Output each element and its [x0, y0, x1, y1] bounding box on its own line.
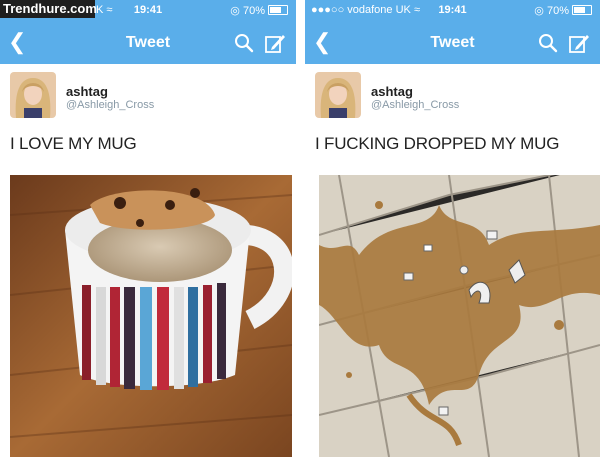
avatar[interactable]	[315, 72, 361, 118]
lock-icon: ◎	[534, 5, 544, 17]
tweet-photo[interactable]	[319, 175, 600, 457]
avatar[interactable]	[10, 72, 56, 118]
right-phone-screen: ●●●○○ vodafone UK ≈ 19:41 ◎ 70% ❮ Tweet …	[305, 0, 600, 457]
left-phone-screen: UK ≈ 19:41 ◎ 70% ❮ Tweet ashtag @Ashleig…	[0, 0, 296, 457]
search-icon[interactable]	[538, 33, 558, 53]
compose-icon[interactable]	[568, 32, 590, 54]
status-bar: ●●●○○ vodafone UK ≈ 19:41 ◎ 70%	[305, 0, 600, 22]
search-icon[interactable]	[234, 33, 254, 53]
tweet-text: I FUCKING DROPPED MY MUG	[315, 134, 560, 153]
lock-icon: ◎	[230, 5, 240, 17]
author-handle[interactable]: @Ashleigh_Cross	[66, 99, 154, 111]
battery-icon	[268, 5, 288, 15]
battery-icon	[572, 5, 592, 15]
author-handle[interactable]: @Ashleigh_Cross	[371, 99, 459, 111]
tweet-text: I LOVE MY MUG	[10, 134, 137, 153]
battery-indicator: ◎ 70%	[534, 4, 592, 17]
battery-indicator: ◎ 70%	[230, 4, 288, 17]
panel-divider	[296, 0, 305, 457]
author-name[interactable]: ashtag	[66, 84, 108, 99]
author-name[interactable]: ashtag	[371, 84, 413, 99]
site-watermark: Trendhure.com	[0, 0, 97, 18]
tweet-photo[interactable]	[10, 175, 292, 457]
nav-bar: ❮ Tweet	[305, 22, 600, 64]
nav-bar: ❮ Tweet	[0, 22, 296, 64]
compose-icon[interactable]	[264, 32, 286, 54]
